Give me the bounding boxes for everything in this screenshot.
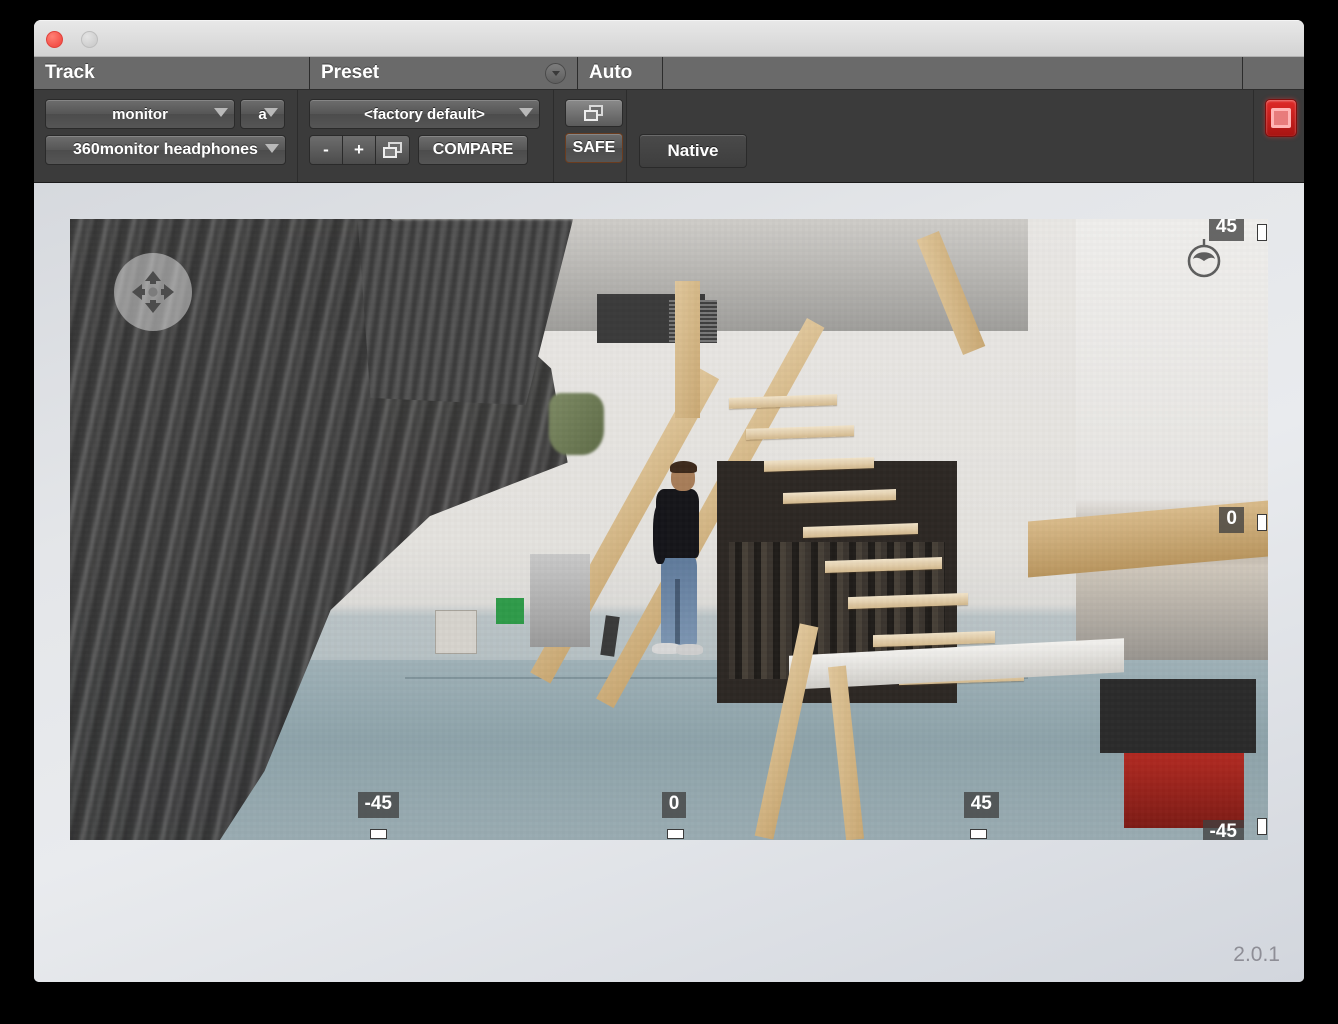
chevron-down-icon [214, 108, 228, 117]
toolbar-header-end [1243, 57, 1304, 89]
azimuth-label: 0 [662, 792, 687, 818]
native-button[interactable]: Native [639, 134, 747, 168]
plugin-window: Track Preset Auto monitor [34, 20, 1304, 982]
toolbar-body-row: monitor a 360monitor headphones [34, 90, 1304, 182]
safe-button[interactable]: SAFE [565, 133, 623, 163]
track-section-header: Track [34, 57, 310, 89]
auto-section-header: Auto [578, 57, 663, 89]
copy-icon [584, 105, 604, 122]
track-header-label: Track [45, 62, 95, 84]
screen: Track Preset Auto monitor [0, 0, 1338, 1024]
chevron-down-icon [265, 144, 279, 153]
chevron-down-icon[interactable] [545, 63, 566, 84]
elevation-tick [1257, 514, 1267, 531]
track-plugin-dropdown[interactable]: 360monitor headphones [45, 135, 286, 165]
bypass-section [1254, 90, 1304, 182]
chevron-down-icon [519, 108, 533, 117]
compare-button[interactable]: COMPARE [418, 135, 528, 165]
elevation-tick [1257, 224, 1267, 241]
video-viewport[interactable]: -45 0 45 45 0 -45 [70, 219, 1268, 840]
preset-stepper: - + [309, 135, 410, 165]
track-monitor-dropdown[interactable]: monitor [45, 99, 235, 129]
elevation-label: 45 [1209, 219, 1244, 241]
bypass-record-icon[interactable] [1265, 99, 1297, 137]
elevation-tick [1257, 818, 1267, 835]
preset-previous-button[interactable]: - [310, 136, 343, 164]
elevation-label: 0 [1219, 507, 1244, 533]
plugin-toolbar: Track Preset Auto monitor [34, 57, 1304, 183]
track-plugin-value: 360monitor headphones [73, 141, 258, 159]
elevation-label: -45 [1203, 820, 1244, 840]
title-bar [34, 20, 1304, 57]
azimuth-tick [667, 829, 684, 839]
close-icon[interactable] [46, 31, 63, 48]
native-label: Native [667, 141, 718, 161]
toolbar-header-spacer [663, 57, 1243, 89]
head-orientation-icon[interactable] [1182, 237, 1226, 281]
azimuth-label: -45 [358, 792, 399, 818]
track-section: monitor a 360monitor headphones [34, 90, 298, 182]
equirectangular-video-frame [70, 219, 1268, 840]
preset-header-label: Preset [321, 62, 379, 84]
preset-copy-button[interactable] [376, 136, 409, 164]
auto-copy-button[interactable] [565, 99, 623, 127]
toolbar-header-row: Track Preset Auto [34, 57, 1304, 90]
track-channel-dropdown[interactable]: a [240, 99, 285, 129]
version-label: 2.0.1 [1233, 943, 1280, 967]
azimuth-tick [970, 829, 987, 839]
minimize-icon[interactable] [81, 31, 98, 48]
track-monitor-value: monitor [112, 106, 168, 123]
preset-section: <factory default> - + [298, 90, 554, 182]
navigation-pad-icon[interactable] [114, 253, 192, 331]
compare-label: COMPARE [433, 141, 514, 159]
preset-next-button[interactable]: + [343, 136, 376, 164]
azimuth-tick [370, 829, 387, 839]
native-section: Native [627, 90, 1254, 182]
copy-icon [383, 142, 403, 159]
auto-header-label: Auto [589, 62, 632, 84]
preset-section-header: Preset [310, 57, 578, 89]
main-panel: -45 0 45 45 0 -45 gain [34, 183, 1304, 982]
chevron-down-icon [264, 108, 278, 117]
azimuth-label: 45 [964, 792, 999, 818]
preset-name-value: <factory default> [364, 106, 485, 123]
safe-label: SAFE [573, 139, 616, 157]
auto-section: SAFE [554, 90, 627, 182]
preset-name-dropdown[interactable]: <factory default> [309, 99, 540, 129]
